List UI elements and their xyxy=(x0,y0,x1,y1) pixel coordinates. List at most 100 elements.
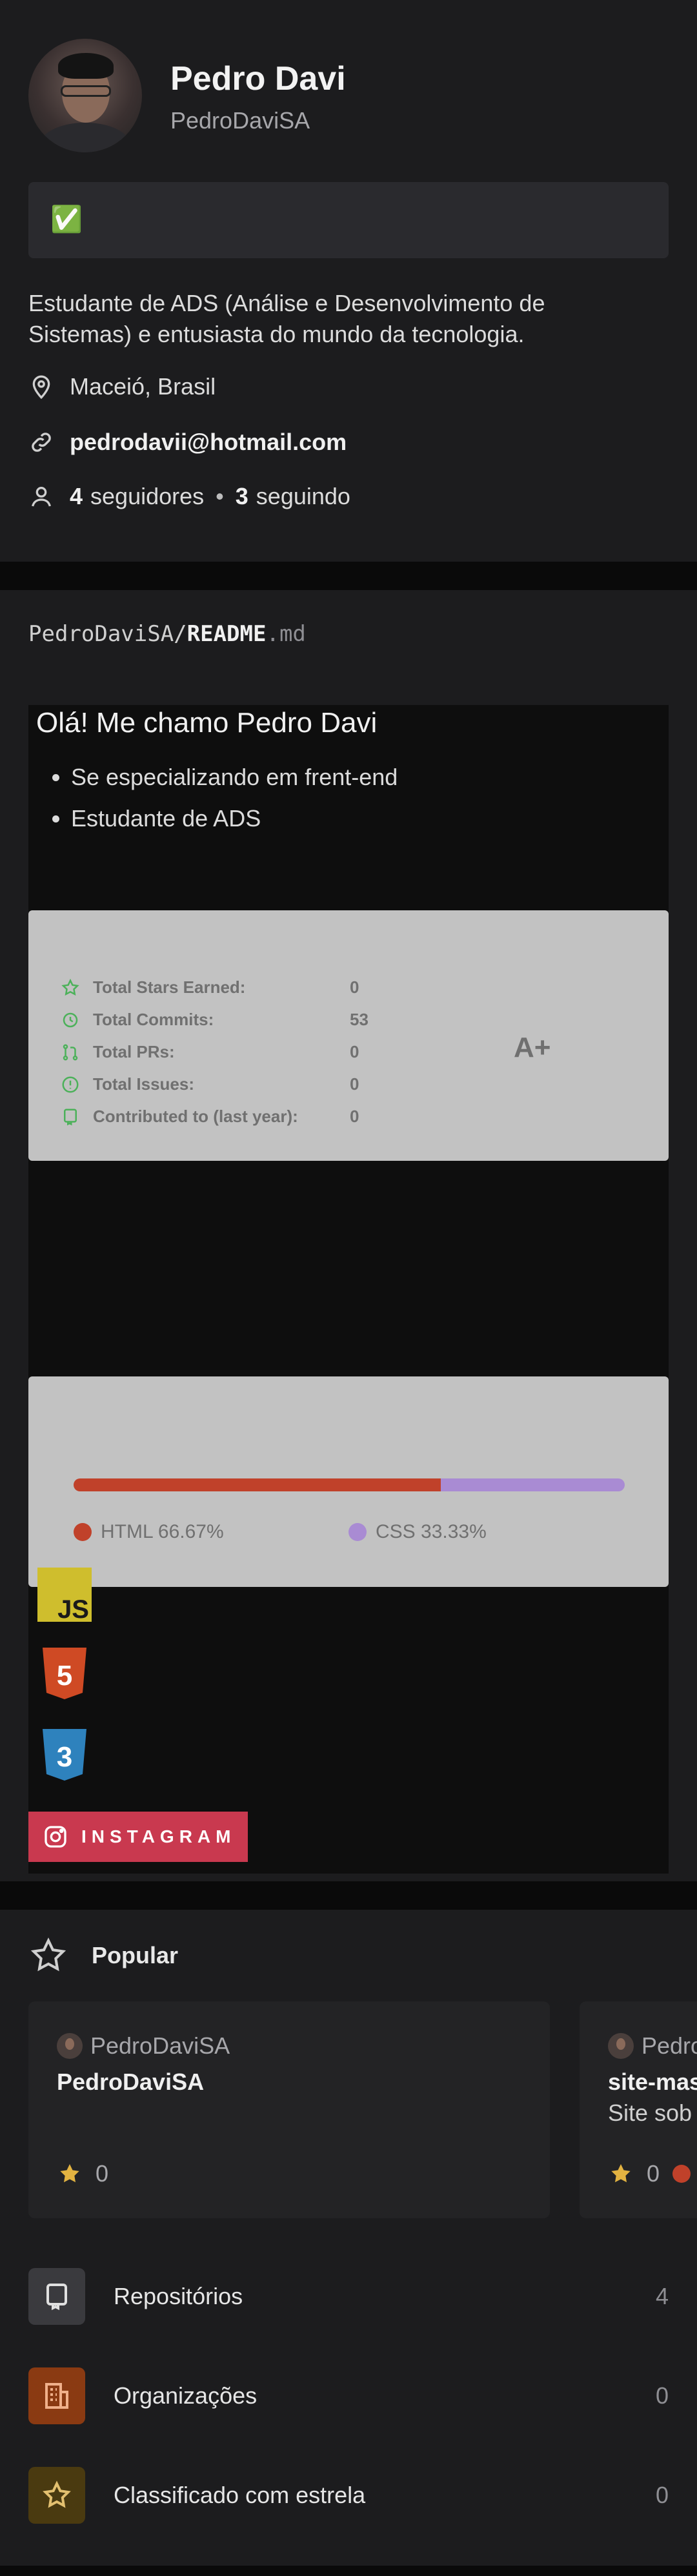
top-languages-card: HTML 66.67% CSS 33.33% xyxy=(28,1376,669,1587)
javascript-icon: JS xyxy=(37,1568,92,1622)
repo-icon xyxy=(28,2268,85,2325)
followers-count[interactable]: 4 xyxy=(70,483,83,510)
instagram-label: INSTAGRAM xyxy=(81,1826,236,1846)
list-row-count: 4 xyxy=(655,2283,669,2309)
stat-row: Contributed to (last year): 0 xyxy=(61,1107,359,1127)
stat-value: 0 xyxy=(350,1107,359,1126)
separator-dot: • xyxy=(216,483,224,509)
owner-avatar xyxy=(57,2033,83,2059)
language-legend-item: CSS 33.33% xyxy=(348,1521,487,1543)
list-row-count: 0 xyxy=(655,2382,669,2409)
readme-section: PedroDaviSA/README.md Olá! Me chamo Pedr… xyxy=(0,590,697,1881)
email-row[interactable]: pedrodavii@hotmail.com xyxy=(28,429,347,456)
css3-badge-text: 3 xyxy=(57,1741,72,1773)
person-icon xyxy=(32,487,51,507)
list-row-repositories[interactable]: Repositórios 4 xyxy=(28,2267,669,2326)
instagram-icon xyxy=(45,1826,66,1848)
followers-label[interactable]: seguidores xyxy=(90,483,204,510)
star-icon xyxy=(61,978,79,996)
link-icon xyxy=(32,433,51,452)
owner-avatar xyxy=(608,2033,634,2059)
repo-name: site-mas xyxy=(608,2069,697,2095)
avatar[interactable] xyxy=(28,39,142,152)
list-row-label: Organizações xyxy=(114,2382,258,2409)
readme-file: README xyxy=(187,621,267,647)
readme-content: Olá! Me chamo Pedro Davi Se especializan… xyxy=(28,705,669,1874)
issue-icon xyxy=(62,1076,79,1092)
stats-grade: A+ xyxy=(514,1032,551,1063)
popular-repo-card[interactable]: PedroDaviSA site-mas Site sob 0 xyxy=(580,2001,697,2218)
language-bar-segment xyxy=(441,1478,625,1491)
list-row-label: Classificado com estrela xyxy=(114,2482,366,2508)
status-box[interactable]: ✅ xyxy=(28,182,669,258)
language-color-dot xyxy=(672,2165,691,2183)
repo-stars: 0 xyxy=(57,2160,108,2187)
list-row-starred[interactable]: Classificado com estrela 0 xyxy=(28,2466,669,2524)
github-stats-card: Total Stars Earned: 0 Total Commits: 53 … xyxy=(28,910,669,1161)
list-row-label: Repositórios xyxy=(114,2283,243,2309)
history-icon xyxy=(63,1012,78,1027)
instagram-badge-link[interactable]: INSTAGRAM xyxy=(28,1812,248,1862)
stat-label: Total Stars Earned: xyxy=(93,977,246,997)
star-outline-icon xyxy=(30,1937,66,1972)
popular-header: Popular xyxy=(28,1936,178,1976)
star-filled-icon xyxy=(60,2164,79,2183)
star-filled-icon xyxy=(611,2164,631,2183)
readme-owner: PedroDaviSA/ xyxy=(28,621,187,647)
pull-request-icon xyxy=(63,1044,78,1060)
stat-label: Total Commits: xyxy=(93,1010,214,1029)
language-label: CSS 33.33% xyxy=(376,1521,487,1542)
languages-bar xyxy=(74,1478,625,1491)
language-bar-segment xyxy=(74,1478,441,1491)
location-row: Maceió, Brasil xyxy=(28,373,216,400)
repo-owner-name: PedroDaviSA xyxy=(90,2032,230,2059)
profile-section: Pedro Davi PedroDaviSA ✅ Estudante de AD… xyxy=(0,0,697,562)
location-text: Maceió, Brasil xyxy=(70,373,216,400)
repo-owner: PedroDaviSA xyxy=(608,2032,697,2060)
stat-label: Contributed to (last year): xyxy=(93,1107,298,1126)
list-item: Se especializando em frent-end xyxy=(71,757,398,798)
popular-section: Popular PedroDaviSA PedroDaviSA 0 PedroD… xyxy=(0,1910,697,2566)
followers-row: 4 seguidores • 3 seguindo xyxy=(28,483,350,510)
star-icon xyxy=(28,2467,85,2524)
list-row-organizations[interactable]: Organizações 0 xyxy=(28,2367,669,2425)
readme-ext: .md xyxy=(266,621,306,647)
repo-icon xyxy=(64,1109,77,1125)
language-legend-item: HTML 66.67% xyxy=(74,1521,224,1543)
location-pin-icon xyxy=(32,375,50,400)
organization-icon xyxy=(28,2367,85,2424)
language-dot xyxy=(348,1523,367,1541)
profile-name: Pedro Davi xyxy=(170,60,346,97)
language-dot xyxy=(74,1523,92,1541)
stat-value: 0 xyxy=(350,1042,359,1061)
following-label[interactable]: seguindo xyxy=(256,483,350,510)
language-label: HTML 66.67% xyxy=(101,1521,224,1542)
stat-value: 0 xyxy=(350,1074,359,1094)
stat-label: Total Issues: xyxy=(93,1074,195,1094)
repo-stars-count: 0 xyxy=(647,2160,660,2187)
profile-login: PedroDaviSA xyxy=(170,107,310,134)
stat-row: Total Issues: 0 xyxy=(61,1074,359,1094)
stat-value: 0 xyxy=(350,977,359,997)
stat-row: Total PRs: 0 xyxy=(61,1042,359,1062)
email-link[interactable]: pedrodavii@hotmail.com xyxy=(70,429,347,456)
list-row-count: 0 xyxy=(655,2482,669,2508)
html5-badge-text: 5 xyxy=(57,1660,72,1692)
readme-heading: Olá! Me chamo Pedro Davi xyxy=(36,707,378,739)
repo-stars: 0 xyxy=(608,2160,691,2187)
readme-path[interactable]: PedroDaviSA/README.md xyxy=(28,621,306,647)
profile-bio: Estudante de ADS (Análise e Desenvolvime… xyxy=(28,290,545,347)
popular-repo-card[interactable]: PedroDaviSA PedroDaviSA 0 xyxy=(28,2001,550,2218)
repo-stars-count: 0 xyxy=(96,2160,109,2187)
repo-description: Site sob xyxy=(608,2100,692,2126)
stat-row: Total Commits: 53 xyxy=(61,1010,369,1030)
list-item: Estudante de ADS xyxy=(71,798,398,839)
css3-icon: 3 xyxy=(43,1729,86,1781)
popular-title: Popular xyxy=(92,1942,179,1968)
repo-name: PedroDaviSA xyxy=(57,2069,205,2095)
javascript-badge-text: JS xyxy=(57,1595,89,1622)
following-count[interactable]: 3 xyxy=(236,483,248,510)
readme-list: Se especializando em frent-end Estudante… xyxy=(37,757,398,839)
stat-row: Total Stars Earned: 0 xyxy=(61,977,359,997)
repo-owner: PedroDaviSA xyxy=(57,2032,230,2060)
